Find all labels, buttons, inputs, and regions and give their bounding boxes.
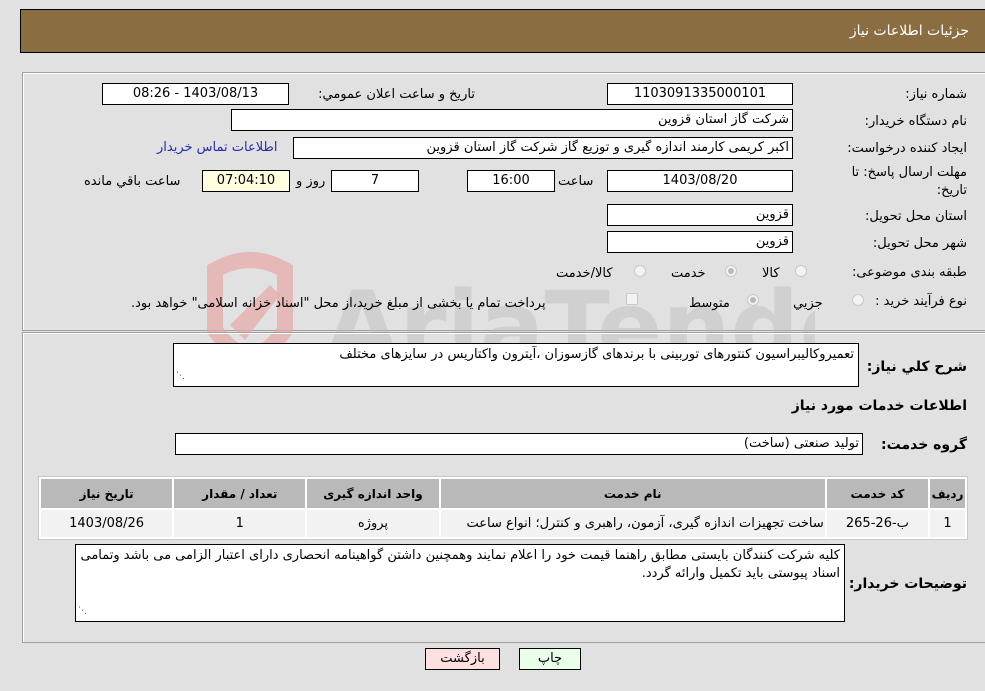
buyer-contact-link[interactable]: اطلاعات تماس خریدار	[157, 140, 277, 155]
category-radio-goods[interactable]	[795, 265, 807, 277]
buyer-org-label: نام دستگاه خریدار:	[864, 114, 967, 129]
col-row-number: ردیف	[930, 479, 965, 508]
category-radio-goods-service[interactable]	[634, 265, 646, 277]
col-service-code: کد خدمت	[826, 479, 929, 508]
city-field: قزوین	[607, 231, 793, 253]
buyer-notes-label: توضیحات خریدار:	[848, 576, 967, 592]
category-option-goods-service: کالا/خدمت	[556, 266, 613, 281]
table-row: 1 ب-26-265 ساخت تجهیزات اندازه گیری، آزم…	[41, 510, 965, 537]
resize-grip-icon[interactable]: ⋰	[176, 367, 185, 385]
service-group-label: گروه خدمت:	[881, 437, 967, 453]
cell-service-code: ب-26-265	[826, 510, 929, 537]
page-header: جزئیات اطلاعات نیاز	[20, 9, 985, 53]
time-remaining-label: ساعت باقي مانده	[84, 174, 181, 189]
days-label: روز و	[296, 174, 326, 189]
time-remaining-field: 07:04:10	[202, 170, 290, 192]
deadline-time-label: ساعت	[558, 174, 594, 189]
requester-field: اکبر کریمی کارمند اندازه گیری و توزیع گا…	[293, 137, 793, 159]
treasury-checkbox-label: پرداخت تمام یا بخشی از مبلغ خرید،از محل …	[131, 296, 546, 311]
province-label: استان محل تحویل:	[865, 209, 967, 224]
need-number-field: 1103091335000101	[607, 83, 793, 105]
announce-datetime-field: 1403/08/13 - 08:26	[102, 83, 289, 105]
services-section-title: اطلاعات خدمات مورد نیاز	[791, 398, 967, 414]
need-number-label: شماره نیاز:	[905, 87, 967, 102]
cell-unit: پروژه	[307, 510, 439, 537]
description-textarea[interactable]: تعمیروکالیبراسیون کنتورهای توربینی با بر…	[173, 343, 859, 387]
category-option-service: خدمت	[671, 266, 706, 281]
back-button[interactable]: بازگشت	[425, 648, 500, 670]
announce-datetime-label: تاریخ و ساعت اعلان عمومي:	[318, 87, 475, 102]
purchase-type-label: نوع فرآیند خرید :	[875, 294, 967, 309]
description-text: تعمیروکالیبراسیون کنتورهای توربینی با بر…	[339, 347, 854, 362]
requester-label: ایجاد کننده درخواست:	[847, 141, 967, 156]
province-field: قزوین	[607, 204, 793, 226]
col-unit: واحد اندازه گیری	[307, 479, 439, 508]
deadline-label-line2: تاریخ:	[936, 183, 967, 198]
print-button[interactable]: چاپ	[519, 648, 581, 670]
deadline-label-line1: مهلت ارسال پاسخ: تا	[851, 165, 967, 180]
resize-grip-icon[interactable]: ⋰	[78, 602, 87, 620]
buyer-notes-text: کلیه شرکت کنندگان بایستی مطابق راهنما قی…	[80, 548, 841, 581]
treasury-checkbox[interactable]	[626, 293, 638, 305]
days-remaining-field: 7	[331, 170, 419, 192]
purchase-option-minor: جزيي	[793, 296, 823, 311]
deadline-date-field: 1403/08/20	[607, 170, 793, 192]
category-label: طبقه بندی موضوعی:	[851, 265, 967, 280]
services-table: ردیف کد خدمت نام خدمت واحد اندازه گیری ت…	[38, 476, 968, 540]
cell-row-number: 1	[930, 510, 965, 537]
service-group-field: تولید صنعتی (ساخت)	[175, 433, 863, 455]
deadline-time-field: 16:00	[467, 170, 555, 192]
buyer-org-field: شرکت گاز استان قزوین	[231, 109, 793, 131]
page-title: جزئیات اطلاعات نیاز	[849, 23, 969, 39]
purchase-radio-medium[interactable]	[747, 294, 759, 306]
description-label: شرح کلي نیاز:	[866, 359, 967, 375]
col-need-date: تاریخ نیاز	[41, 479, 173, 508]
purchase-radio-minor[interactable]	[852, 294, 864, 306]
category-option-goods: کالا	[762, 266, 780, 281]
col-quantity: تعداد / مقدار	[174, 479, 306, 508]
cell-quantity: 1	[174, 510, 306, 537]
table-header-row: ردیف کد خدمت نام خدمت واحد اندازه گیری ت…	[41, 479, 965, 508]
purchase-option-medium: متوسط	[689, 296, 730, 311]
col-service-name: نام خدمت	[440, 479, 825, 508]
city-label: شهر محل تحویل:	[872, 236, 967, 251]
cell-need-date: 1403/08/26	[41, 510, 173, 537]
cell-service-name: ساخت تجهیزات اندازه گیری، آزمون، راهبری …	[440, 510, 825, 537]
buyer-notes-textarea[interactable]: کلیه شرکت کنندگان بایستی مطابق راهنما قی…	[75, 544, 845, 622]
category-radio-service[interactable]	[725, 265, 737, 277]
